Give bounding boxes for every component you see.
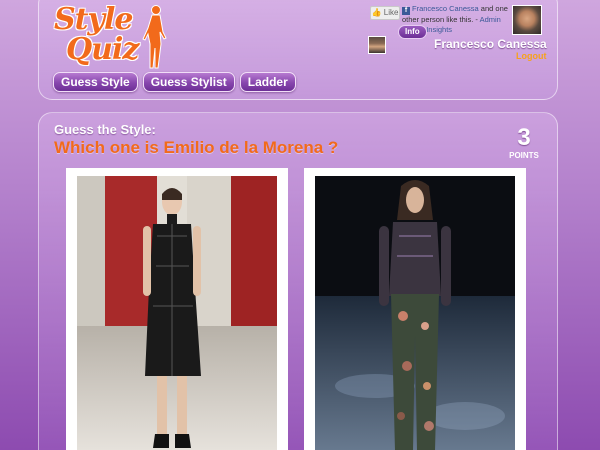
points-label: POINTS [509,151,539,160]
facebook-like-button[interactable]: 👍 Like [370,6,400,20]
username: Francesco Canessa [434,37,547,51]
facebook-name-link[interactable]: Francesco Canessa [412,4,479,13]
runway-photo-2 [315,176,515,450]
quiz-label: Guess the Style: [54,122,156,137]
guess-style-button[interactable]: Guess Style [53,72,138,92]
thumbs-up-icon: 👍 [371,8,382,17]
ladder-button[interactable]: Ladder [239,72,296,92]
quiz-question: Which one is Emilio de la Morena ? [54,138,339,157]
avatar-small [368,36,386,54]
answer-option-1[interactable] [66,168,288,450]
facebook-icon: f [402,7,410,15]
answer-option-2[interactable] [304,168,526,450]
main-nav: Guess Style Guess Stylist Ladder [53,72,296,92]
style-quiz-logo[interactable]: Style Quiz [52,2,172,72]
woman-silhouette-icon [142,5,167,69]
logo-text-quiz: Quiz [66,32,139,67]
like-label: Like [383,8,399,17]
avatar[interactable] [512,5,542,35]
info-button[interactable]: Info [398,25,427,39]
guess-stylist-button[interactable]: Guess Stylist [142,72,235,92]
insights-link[interactable]: Insights [426,25,452,34]
logout-link[interactable]: Logout [516,51,547,61]
runway-photo-1 [77,176,277,450]
points-value: 3 [517,124,531,151]
